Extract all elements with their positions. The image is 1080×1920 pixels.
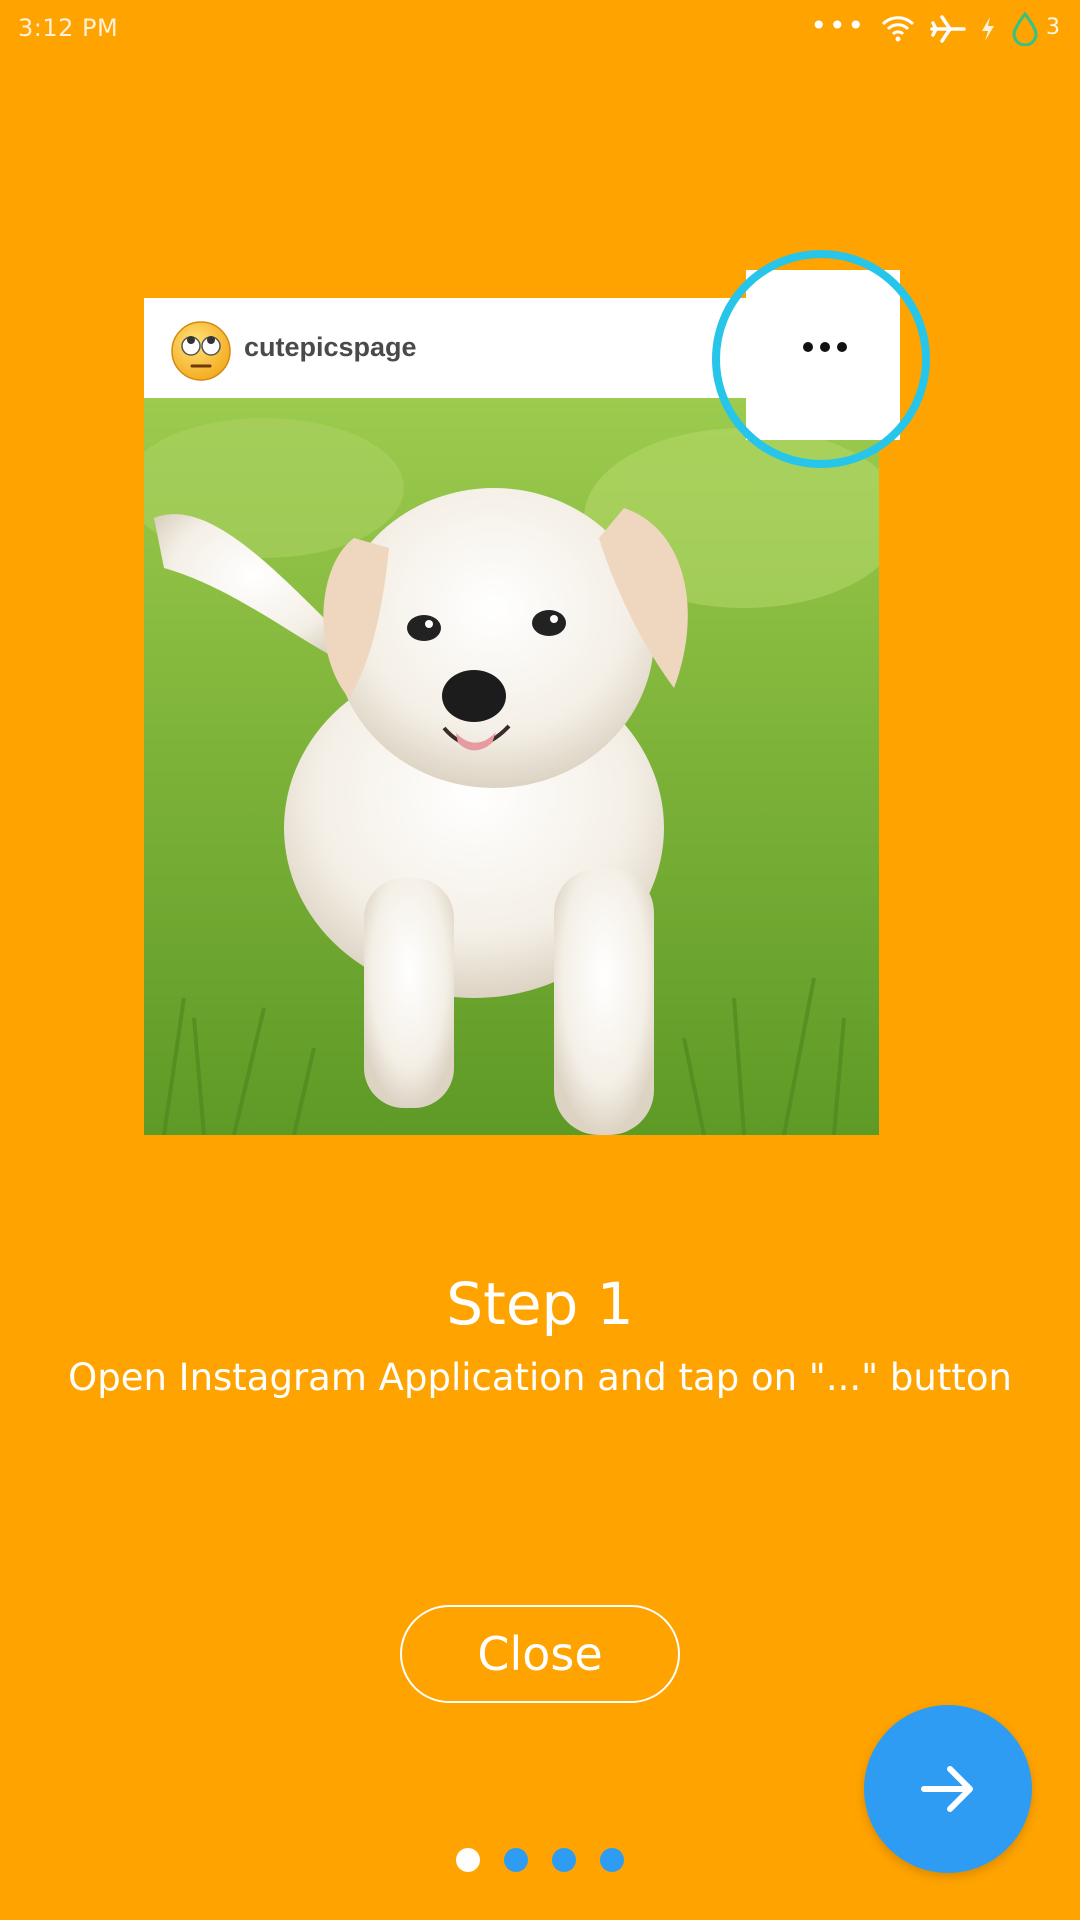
step-title: Step 1 xyxy=(446,1270,634,1338)
page-dot-1[interactable] xyxy=(456,1848,480,1872)
puppy-photo xyxy=(124,398,904,1136)
battery-level: 3 xyxy=(1046,14,1060,40)
eye-roll-emoji-icon xyxy=(170,320,232,382)
status-time: 3:12 PM xyxy=(18,14,119,42)
charging-bolt-icon xyxy=(980,16,996,46)
post-username: cutepicspage xyxy=(244,332,417,362)
battery-drop-icon xyxy=(1010,11,1040,50)
close-button[interactable]: Close xyxy=(400,1605,680,1703)
page-indicator xyxy=(0,1848,1080,1872)
more-dots-icon: ••• xyxy=(810,9,866,42)
page-dot-2[interactable] xyxy=(504,1848,528,1872)
arrow-right-icon xyxy=(921,1766,973,1812)
highlight-circle xyxy=(712,250,930,468)
wifi-icon xyxy=(880,14,916,48)
airplane-mode-icon xyxy=(930,13,966,49)
page-dot-3[interactable] xyxy=(552,1848,576,1872)
page-dot-4[interactable] xyxy=(600,1848,624,1872)
status-icons: ••• 3 xyxy=(810,10,1060,52)
step-description: Open Instagram Application and tap on ".… xyxy=(68,1356,1012,1399)
status-bar: 3:12 PM ••• 3 xyxy=(0,0,1080,62)
